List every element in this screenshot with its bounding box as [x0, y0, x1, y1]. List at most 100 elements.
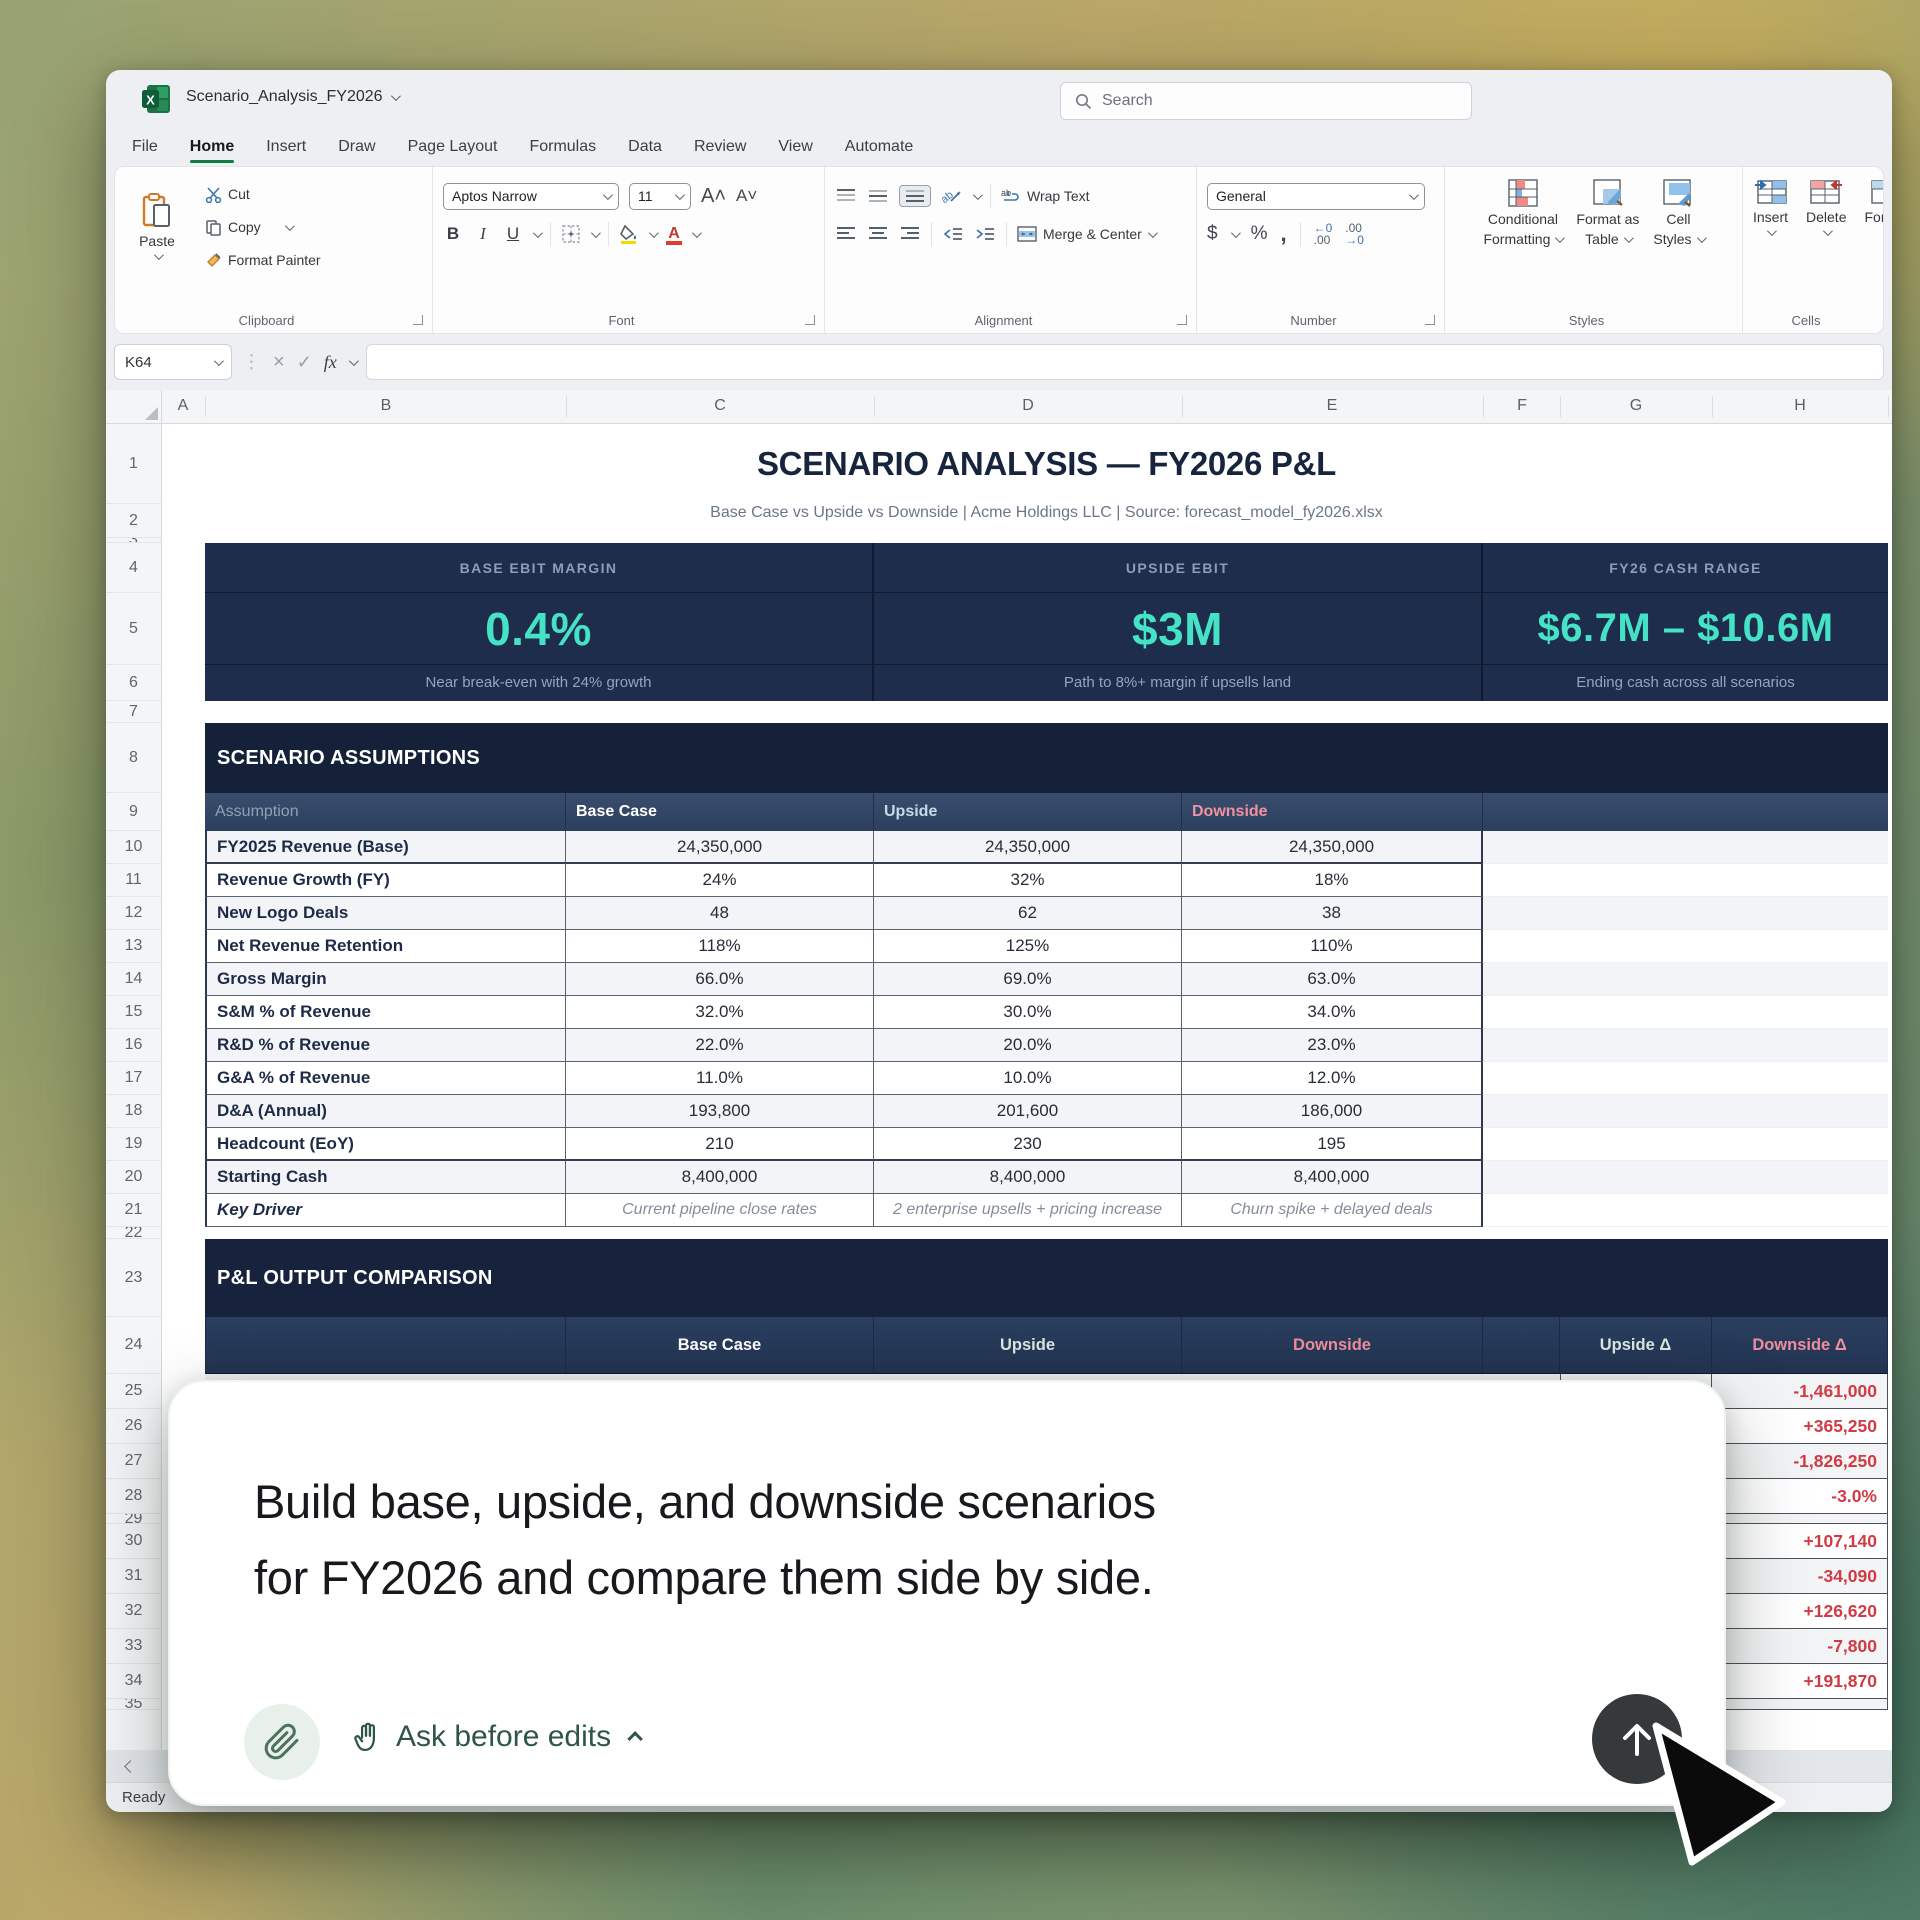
row-header[interactable]: 10 [106, 831, 161, 864]
row-header[interactable]: 14 [106, 963, 161, 996]
fx-chevron-icon[interactable] [349, 356, 359, 366]
cell[interactable]: 24,350,000 [874, 831, 1182, 864]
column-header-b[interactable]: B [381, 397, 392, 415]
row-header[interactable]: 33 [106, 1629, 161, 1664]
menu-draw[interactable]: Draw [338, 138, 375, 156]
attach-button[interactable] [244, 1704, 320, 1780]
menu-insert[interactable]: Insert [266, 138, 306, 156]
align-bottom-button-active[interactable] [899, 185, 931, 207]
font-color-chevron-icon[interactable] [692, 228, 702, 238]
row-header[interactable]: 26 [106, 1409, 161, 1444]
assumptions-section-header[interactable]: SCENARIO ASSUMPTIONS [205, 723, 1888, 793]
row-header[interactable]: 31 [106, 1559, 161, 1594]
menu-page-layout[interactable]: Page Layout [408, 138, 498, 156]
fill-color-chevron-icon[interactable] [649, 228, 659, 238]
downside-delta-cell[interactable]: +365,250 [1712, 1409, 1888, 1444]
alignment-dialog-launcher-icon[interactable] [1177, 315, 1187, 325]
cell[interactable]: 22.0% [566, 1029, 874, 1062]
cell[interactable]: 8,400,000 [1182, 1161, 1483, 1194]
row-header[interactable]: 24 [106, 1317, 161, 1374]
cell[interactable]: 2 enterprise upsells + pricing increase [874, 1194, 1182, 1227]
cell[interactable]: 34.0% [1182, 996, 1483, 1029]
cell[interactable]: 195 [1182, 1128, 1483, 1161]
column-header-a[interactable]: A [178, 397, 189, 415]
cell[interactable]: Current pipeline close rates [566, 1194, 874, 1227]
enter-icon[interactable]: ✓ [297, 352, 312, 373]
font-dialog-launcher-icon[interactable] [805, 315, 815, 325]
cell-styles-button[interactable]: Cell Styles [1653, 179, 1703, 247]
underline-button[interactable]: U [503, 224, 523, 244]
ask-before-edits-toggle[interactable]: Ask before edits [352, 1720, 642, 1754]
downside-delta-cell[interactable]: -1,461,000 [1712, 1374, 1888, 1409]
cell[interactable]: 10.0% [874, 1062, 1182, 1095]
borders-chevron-icon[interactable] [591, 228, 601, 238]
cell[interactable]: 62 [874, 897, 1182, 930]
cell[interactable]: 230 [874, 1128, 1182, 1161]
cell[interactable]: New Logo Deals [205, 897, 566, 930]
row-header[interactable]: 18 [106, 1095, 161, 1128]
column-header-e[interactable]: E [1327, 397, 1338, 415]
cell[interactable]: 201,600 [874, 1095, 1182, 1128]
row-header[interactable]: 1 [106, 424, 161, 504]
row-header[interactable]: 20 [106, 1161, 161, 1194]
comma-style-icon[interactable]: , [1280, 221, 1286, 247]
column-header-g[interactable]: G [1630, 397, 1642, 415]
scroll-left-icon[interactable] [124, 1760, 137, 1773]
cell[interactable]: 30.0% [874, 996, 1182, 1029]
cell[interactable]: 24% [566, 864, 874, 897]
downside-delta-cell[interactable]: +191,870 [1712, 1664, 1888, 1699]
row-header[interactable]: 17 [106, 1062, 161, 1095]
cell[interactable]: 118% [566, 930, 874, 963]
cell[interactable]: 24,350,000 [566, 831, 874, 864]
row-header[interactable]: 7 [106, 701, 161, 723]
row-header[interactable]: 25 [106, 1374, 161, 1409]
menu-formulas[interactable]: Formulas [529, 138, 596, 156]
row-header[interactable]: 11 [106, 864, 161, 897]
cell[interactable]: 12.0% [1182, 1062, 1483, 1095]
pnl-section-header[interactable]: P&L OUTPUT COMPARISON [205, 1239, 1888, 1317]
header-base-case[interactable]: Base Case [566, 793, 874, 831]
column-header-h[interactable]: H [1794, 397, 1806, 415]
menu-home[interactable]: Home [190, 138, 234, 156]
row-header[interactable]: 22 [106, 1227, 161, 1239]
row-header[interactable]: 19 [106, 1128, 161, 1161]
cell[interactable]: 69.0% [874, 963, 1182, 996]
cell[interactable]: 8,400,000 [874, 1161, 1182, 1194]
column-header-c[interactable]: C [714, 397, 726, 415]
menu-view[interactable]: View [778, 138, 812, 156]
orientation-chevron-icon[interactable] [973, 190, 983, 200]
number-format-select[interactable]: General [1207, 183, 1425, 210]
name-box[interactable]: K64 [114, 344, 232, 380]
format-cells-button[interactable]: Format [1864, 179, 1883, 236]
bold-button[interactable]: B [443, 224, 463, 244]
downside-delta-cell[interactable]: -3.0% [1712, 1479, 1888, 1514]
accounting-format-icon[interactable]: $ [1207, 223, 1218, 245]
search-box[interactable]: Search [1060, 82, 1472, 120]
downside-delta-cell[interactable]: -1,826,250 [1712, 1444, 1888, 1479]
downside-delta-cell[interactable]: +107,140 [1712, 1524, 1888, 1559]
number-dialog-launcher-icon[interactable] [1425, 315, 1435, 325]
row-header[interactable]: 29 [106, 1514, 161, 1524]
row-header[interactable]: 32 [106, 1594, 161, 1629]
merge-center-button[interactable]: Merge & Center [1017, 221, 1155, 247]
cell[interactable]: S&M % of Revenue [205, 996, 566, 1029]
kpi-card-cash-range[interactable]: FY26 CASH RANGE $6.7M – $10.6M Ending ca… [1483, 543, 1888, 701]
copy-button[interactable]: Copy [205, 214, 321, 240]
cell[interactable]: 48 [566, 897, 874, 930]
align-center-icon[interactable] [867, 226, 889, 242]
borders-icon[interactable] [561, 224, 581, 244]
row-header[interactable]: 2 [106, 504, 161, 538]
select-all-corner[interactable] [106, 390, 162, 423]
align-middle-icon[interactable] [867, 187, 889, 205]
cell[interactable]: 8,400,000 [566, 1161, 874, 1194]
row-header[interactable]: 13 [106, 930, 161, 963]
cell[interactable]: Gross Margin [205, 963, 566, 996]
delete-cells-button[interactable]: Delete [1806, 179, 1846, 236]
increase-font-icon[interactable]: A˄ [701, 185, 726, 208]
row-header[interactable]: 12 [106, 897, 161, 930]
row-header[interactable]: 5 [106, 593, 161, 665]
decrease-font-icon[interactable]: A˅ [736, 186, 757, 206]
cell[interactable]: 63.0% [1182, 963, 1483, 996]
paste-button[interactable]: Paste [125, 179, 189, 273]
cell[interactable]: Revenue Growth (FY) [205, 864, 566, 897]
